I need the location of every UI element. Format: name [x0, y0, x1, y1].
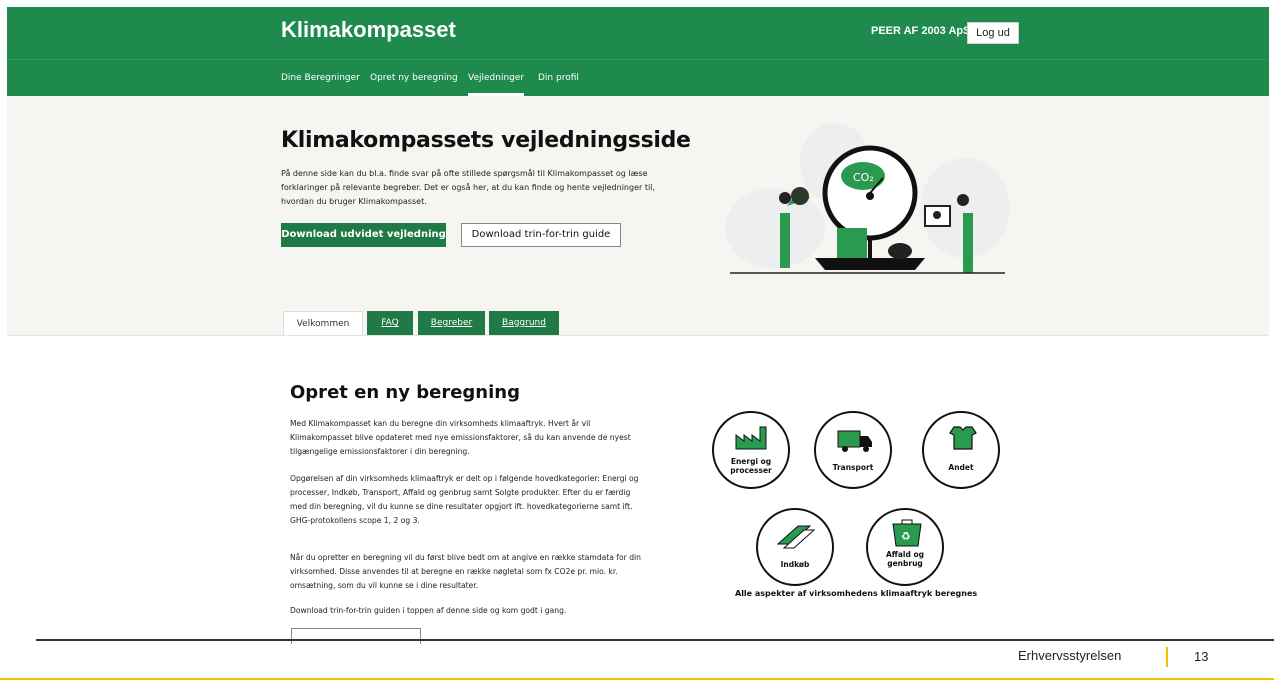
materials-icon — [776, 525, 816, 549]
category-waste-label: Affald og genbrug — [885, 550, 924, 568]
category-other-label: Andet — [948, 463, 974, 472]
tab-divider — [7, 335, 1269, 336]
footer-organization: Erhvervsstyrelsen — [1018, 648, 1122, 663]
hero-description: På denne side kan du bl.a. finde svar på… — [281, 169, 655, 206]
download-extended-guide-button[interactable]: Download udvidet vejledning — [281, 223, 446, 247]
category-transport-label: Transport — [832, 463, 874, 472]
page-title: Klimakompassets vejledningsside — [281, 128, 691, 153]
hero-illustration: CO₂ — [725, 123, 1010, 274]
section-paragraph-1: Med Klimakompasset kan du beregne din vi… — [290, 419, 631, 456]
category-other: Andet — [922, 411, 1000, 489]
logout-button[interactable]: Log ud — [967, 22, 1019, 44]
tab-baggrund[interactable]: Baggrund — [489, 311, 559, 335]
recycle-bin-icon: ♻ — [892, 519, 922, 547]
footer-separator — [1166, 647, 1168, 667]
top-header-bar: Klimakompasset PEER AF 2003 ApS Log ud — [7, 7, 1269, 59]
categories-caption: Alle aspekter af virksomhedens klimaaftr… — [735, 589, 978, 598]
nav-item-opret-ny-beregning[interactable]: Opret ny beregning — [370, 73, 458, 83]
brand-logo[interactable]: Klimakompasset — [281, 17, 456, 43]
factory-icon — [735, 426, 767, 450]
company-name: PEER AF 2003 ApS — [871, 25, 971, 37]
co2-label: CO₂ — [853, 171, 874, 184]
category-transport: Transport — [814, 411, 892, 489]
section-paragraph-4: Download trin-for-trin guiden i toppen a… — [290, 606, 567, 615]
shirt-icon — [949, 426, 977, 450]
category-waste: ♻ Affald og genbrug — [866, 508, 944, 586]
download-step-guide-button[interactable]: Download trin-for-trin guide — [461, 223, 621, 247]
create-calculation-button[interactable] — [291, 628, 421, 644]
truck-icon — [837, 430, 872, 452]
main-nav: Dine Beregninger Opret ny beregning Vejl… — [7, 59, 1269, 96]
section-title: Opret en ny beregning — [290, 382, 520, 403]
tab-faq[interactable]: FAQ — [367, 311, 413, 335]
tab-begreber[interactable]: Begreber — [418, 311, 485, 335]
footer-divider — [36, 639, 1274, 641]
tab-velkommen[interactable]: Velkommen — [283, 311, 363, 335]
section-paragraph-3: Når du opretter en beregning vil du førs… — [290, 553, 641, 590]
category-energy-label: Energi og processer — [730, 457, 772, 475]
nav-item-dine-beregninger[interactable]: Dine Beregninger — [281, 73, 360, 83]
nav-item-vejledninger[interactable]: Vejledninger — [468, 73, 525, 96]
category-energy: Energi og processer — [712, 411, 790, 489]
category-purchases-label: Indkøb — [780, 560, 810, 569]
page-number: 13 — [1194, 649, 1209, 664]
svg-text:♻: ♻ — [901, 530, 911, 543]
section-paragraph-2: Opgørelsen af din virksomheds klimaaftry… — [290, 474, 639, 525]
category-purchases: Indkøb — [756, 508, 834, 586]
nav-item-din-profil[interactable]: Din profil — [538, 73, 579, 83]
